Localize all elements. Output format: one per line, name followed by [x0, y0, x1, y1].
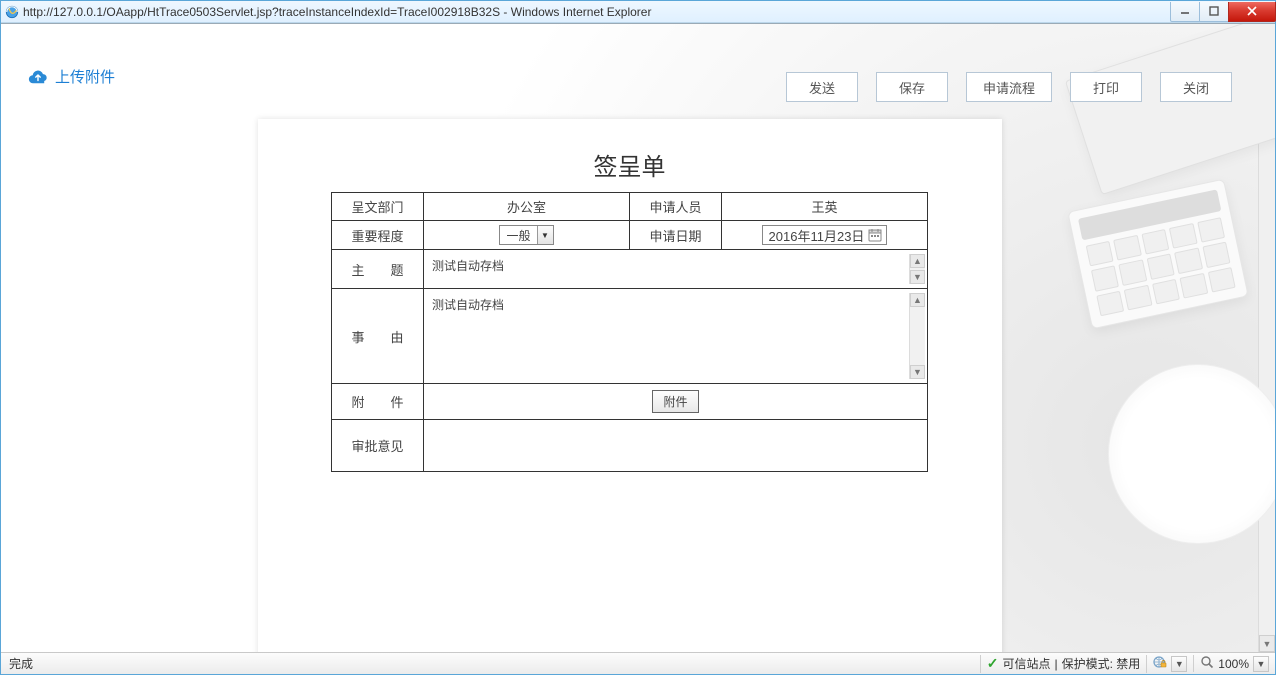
page-body: 上传附件 发送 保存 申请流程 打印 关闭 签呈单 — [1, 23, 1275, 652]
status-zoom: 100% ▼ — [1193, 655, 1269, 672]
status-right: ✓ 可信站点 | 保护模式: 禁用 ▼ — [980, 655, 1269, 673]
priority-selected: 一般 — [500, 227, 536, 244]
attachment-button-label: 附件 — [663, 395, 687, 409]
top-action-bar: 上传附件 发送 保存 申请流程 打印 关闭 — [1, 24, 1258, 98]
globe-lock-icon — [1153, 655, 1167, 672]
check-icon: ✓ — [987, 655, 999, 672]
label-reason: 事 由 — [332, 289, 424, 384]
content-area: 上传附件 发送 保存 申请流程 打印 关闭 签呈单 — [1, 24, 1258, 652]
zoom-value: 100% — [1218, 657, 1249, 671]
label-dept: 呈文部门 — [332, 193, 424, 221]
pipe: | — [1055, 657, 1058, 671]
send-button[interactable]: 发送 — [786, 72, 858, 102]
cell-attachment: 附件 — [424, 384, 928, 420]
send-button-label: 发送 — [809, 78, 835, 97]
cell-reason: 测试自动存档 ▲ ▼ — [424, 289, 928, 384]
apply-flow-button-label: 申请流程 — [983, 78, 1035, 97]
apply-date-input[interactable]: 2016年11月23日 — [762, 225, 888, 245]
label-attachment: 附 件 — [332, 384, 424, 420]
ie-window: http://127.0.0.1/OAapp/HtTrace0503Servle… — [0, 0, 1276, 675]
window-close-button[interactable] — [1228, 2, 1276, 22]
cell-approval[interactable] — [424, 420, 928, 472]
status-trusted: ✓ 可信站点 | 保护模式: 禁用 — [980, 655, 1141, 673]
scroll-up-icon: ▲ — [910, 293, 925, 307]
scroll-down-icon: ▼ — [910, 365, 925, 379]
status-left: 完成 — [5, 655, 33, 672]
window-title: http://127.0.0.1/OAapp/HtTrace0503Servle… — [23, 5, 651, 19]
chevron-down-icon: ▼ — [537, 226, 553, 244]
value-applicant-name: 王英 — [722, 193, 928, 221]
reason-textarea[interactable]: 测试自动存档 ▲ ▼ — [426, 293, 925, 379]
chevron-down-icon[interactable]: ▼ — [1171, 656, 1187, 672]
calendar-icon — [868, 228, 882, 242]
upload-label: 上传附件 — [55, 66, 115, 87]
close-button[interactable]: 关闭 — [1160, 72, 1232, 102]
attachment-button[interactable]: 附件 — [652, 390, 698, 413]
reason-scrollbar[interactable]: ▲ ▼ — [909, 293, 925, 379]
scroll-down-icon: ▼ — [1259, 635, 1275, 652]
status-icons: ▼ — [1146, 655, 1187, 673]
window-minimize-button[interactable] — [1170, 2, 1200, 22]
subject-textarea[interactable]: 测试自动存档 ▲ ▼ — [426, 254, 925, 284]
label-apply-date: 申请日期 — [630, 221, 722, 250]
save-button-label: 保存 — [899, 78, 925, 97]
form-card: 签呈单 呈文部门 办公室 申请人员 王英 重要程度 — [258, 119, 1002, 652]
cloud-upload-icon — [27, 69, 49, 85]
window-titlebar: http://127.0.0.1/OAapp/HtTrace0503Servle… — [1, 1, 1275, 23]
status-trusted-text: 可信站点 — [1002, 655, 1050, 672]
action-button-group: 发送 保存 申请流程 打印 关闭 — [786, 72, 1232, 102]
cell-priority: 一般 ▼ — [424, 221, 630, 250]
apply-flow-button[interactable]: 申请流程 — [966, 72, 1052, 102]
status-protected-text: 保护模式: 禁用 — [1062, 655, 1141, 672]
reason-text: 测试自动存档 — [432, 296, 504, 313]
window-controls — [1170, 2, 1275, 22]
cell-apply-date: 2016年11月23日 — [722, 221, 928, 250]
scroll-up-icon: ▲ — [910, 254, 925, 268]
label-approval: 审批意见 — [332, 420, 424, 472]
cell-subject: 测试自动存档 ▲ ▼ — [424, 250, 928, 289]
form-title: 签呈单 — [298, 147, 962, 182]
subject-text: 测试自动存档 — [432, 257, 504, 274]
close-button-label: 关闭 — [1183, 78, 1209, 97]
window-maximize-button[interactable] — [1199, 2, 1229, 22]
label-priority: 重要程度 — [332, 221, 424, 250]
value-office: 办公室 — [424, 193, 630, 221]
label-applicant: 申请人员 — [630, 193, 722, 221]
print-button-label: 打印 — [1093, 78, 1119, 97]
save-button[interactable]: 保存 — [876, 72, 948, 102]
subject-scrollbar[interactable]: ▲ ▼ — [909, 254, 925, 284]
chevron-down-icon[interactable]: ▼ — [1253, 656, 1269, 672]
print-button[interactable]: 打印 — [1070, 72, 1142, 102]
apply-date-value: 2016年11月23日 — [769, 226, 865, 245]
form-table: 呈文部门 办公室 申请人员 王英 重要程度 一般 ▼ 申请日 — [331, 192, 928, 472]
status-bar: 完成 ✓ 可信站点 | 保护模式: 禁用 ▼ — [1, 652, 1275, 674]
ie-icon — [5, 5, 19, 19]
priority-select[interactable]: 一般 ▼ — [499, 225, 553, 245]
scroll-down-icon: ▼ — [910, 270, 925, 284]
page-scrollbar[interactable]: ▲ ▼ — [1258, 24, 1275, 652]
scroll-up-icon: ▲ — [1259, 24, 1275, 41]
label-subject: 主 题 — [332, 250, 424, 289]
upload-attachment-link[interactable]: 上传附件 — [27, 66, 115, 87]
magnifier-icon — [1200, 655, 1214, 672]
